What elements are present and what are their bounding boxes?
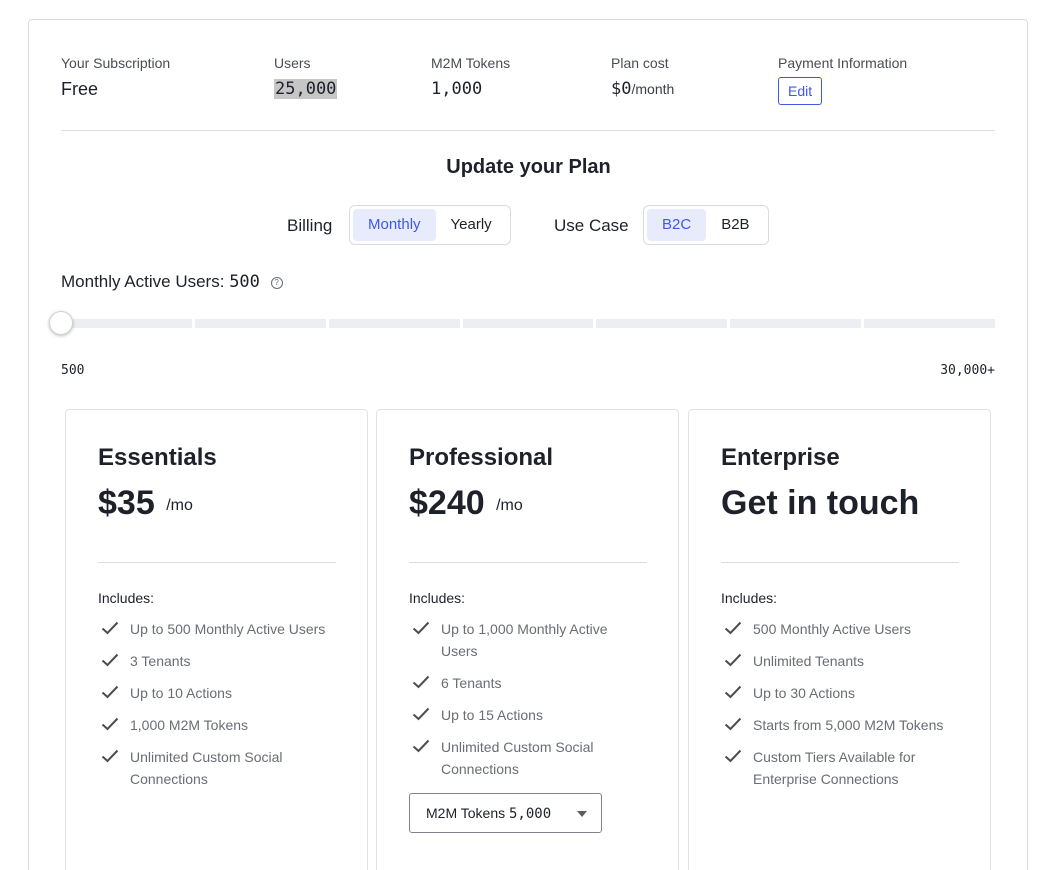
mau-slider-track[interactable] xyxy=(61,319,996,328)
m2m-tokens-dropdown[interactable]: M2M Tokens 5,000 xyxy=(409,793,602,833)
slider-segment xyxy=(328,319,460,328)
plan-card-essentials: Essentials $35 /mo Includes: Up to 500 M… xyxy=(65,409,368,870)
plan-card-professional: Professional $240 /mo Includes: Up to 1,… xyxy=(376,409,679,870)
check-icon xyxy=(101,653,119,667)
plan-cost-unit: /month xyxy=(631,81,675,97)
slider-segment xyxy=(61,319,192,328)
plan-card-enterprise: Enterprise Get in touch Includes: 500 Mo… xyxy=(688,409,991,870)
check-icon xyxy=(412,707,430,721)
check-icon xyxy=(724,653,742,667)
card-divider xyxy=(721,562,959,563)
plan-cost-value: $0 xyxy=(611,79,632,99)
check-icon xyxy=(412,675,430,689)
feature-item: 500 Monthly Active Users xyxy=(721,618,959,640)
payment-column: Payment Information Edit xyxy=(778,55,907,105)
billing-yearly-option[interactable]: Yearly xyxy=(436,209,507,241)
feature-item: 6 Tenants xyxy=(409,672,647,694)
users-label: Users xyxy=(274,55,311,71)
caret-down-icon xyxy=(577,811,587,817)
billing-label: Billing xyxy=(287,216,333,235)
includes-label: Includes: xyxy=(409,590,466,606)
plan-price-period: /mo xyxy=(496,497,523,514)
plan-price-period: /mo xyxy=(166,497,193,514)
slider-segment xyxy=(462,319,594,328)
m2m-value: 1,000 xyxy=(431,79,483,99)
dropdown-selected: M2M Tokens 5,000 xyxy=(426,805,552,822)
check-icon xyxy=(724,717,742,731)
plan-cost-column: Plan cost $0/month xyxy=(611,55,674,100)
slider-segment xyxy=(596,319,728,328)
feature-item: 1,000 M2M Tokens xyxy=(98,714,336,736)
subscription-summary: Your Subscription Free Users 25,000 M2M … xyxy=(61,55,995,115)
slider-min-label: 500 xyxy=(61,363,85,378)
plan-name: Professional xyxy=(409,444,554,471)
feature-item: 3 Tenants xyxy=(98,650,336,672)
payment-label: Payment Information xyxy=(778,55,908,71)
plan-price: $240 /mo xyxy=(409,484,523,523)
use-case-b2c-option[interactable]: B2C xyxy=(647,209,707,241)
plan-price-amount: Get in touch xyxy=(721,484,920,522)
feature-item: Up to 10 Actions xyxy=(98,682,336,704)
billing-toggle: Monthly Yearly xyxy=(349,205,511,245)
use-case-b2b-option[interactable]: B2B xyxy=(706,209,764,241)
feature-list: 500 Monthly Active Users Unlimited Tenan… xyxy=(721,618,959,800)
check-icon xyxy=(724,621,742,635)
slider-segment xyxy=(864,319,996,328)
feature-item: Up to 30 Actions xyxy=(721,682,959,704)
check-icon xyxy=(101,685,119,699)
includes-label: Includes: xyxy=(98,590,155,606)
feature-item: Custom Tiers Available for Enterprise Co… xyxy=(721,746,959,790)
plan-cost-label: Plan cost xyxy=(611,55,669,71)
mau-slider-thumb[interactable] xyxy=(49,311,73,335)
feature-item: Up to 15 Actions xyxy=(409,704,647,726)
check-icon xyxy=(101,717,119,731)
feature-item: Up to 1,000 Monthly Active Users xyxy=(409,618,647,662)
feature-item: Starts from 5,000 M2M Tokens xyxy=(721,714,959,736)
feature-list: Up to 1,000 Monthly Active Users 6 Tenan… xyxy=(409,618,647,790)
plan-name: Enterprise xyxy=(721,444,840,471)
check-icon xyxy=(724,685,742,699)
slider-segment xyxy=(730,319,862,328)
mau-label-text: Monthly Active Users: xyxy=(61,272,225,291)
users-value: 25,000 xyxy=(274,79,338,99)
slider-segment xyxy=(194,319,326,328)
users-column: Users 25,000 xyxy=(274,55,338,100)
update-plan-title: Update your Plan xyxy=(446,156,611,178)
feature-item: Unlimited Tenants xyxy=(721,650,959,672)
mau-label: Monthly Active Users: 500 ? xyxy=(61,272,283,292)
billing-monthly-option[interactable]: Monthly xyxy=(353,209,436,241)
plan-price: $35 /mo xyxy=(98,484,193,523)
feature-item: Up to 500 Monthly Active Users xyxy=(98,618,336,640)
card-divider xyxy=(98,562,336,563)
feature-list: Up to 500 Monthly Active Users 3 Tenants… xyxy=(98,618,336,800)
m2m-column: M2M Tokens 1,000 xyxy=(431,55,510,100)
m2m-label: M2M Tokens xyxy=(431,55,511,71)
use-case-label: Use Case xyxy=(554,216,629,235)
mau-value: 500 xyxy=(229,272,260,292)
use-case-toggle: B2C B2B xyxy=(643,205,769,245)
plan-name: Essentials xyxy=(98,444,217,471)
check-icon xyxy=(412,621,430,635)
check-icon xyxy=(101,621,119,635)
check-icon xyxy=(724,749,742,763)
subscription-label: Your Subscription xyxy=(61,55,171,71)
plan-toggles: Billing Monthly Yearly Use Case B2C B2B xyxy=(0,205,1057,245)
plan-price-amount: $240 xyxy=(409,484,485,522)
question-circle-icon[interactable]: ? xyxy=(270,277,283,289)
edit-payment-button[interactable]: Edit xyxy=(778,77,823,105)
subscription-value: Free xyxy=(61,79,99,99)
check-icon xyxy=(101,749,119,763)
plan-price: Get in touch xyxy=(721,484,919,523)
feature-item: Unlimited Custom Social Connections xyxy=(98,746,336,790)
plan-price-amount: $35 xyxy=(98,484,155,522)
includes-label: Includes: xyxy=(721,590,778,606)
check-icon xyxy=(412,739,430,753)
summary-divider xyxy=(61,130,995,131)
slider-max-label: 30,000+ xyxy=(940,363,995,378)
feature-item: Unlimited Custom Social Connections xyxy=(409,736,647,780)
card-divider xyxy=(409,562,647,563)
subscription-column: Your Subscription Free xyxy=(61,55,170,100)
